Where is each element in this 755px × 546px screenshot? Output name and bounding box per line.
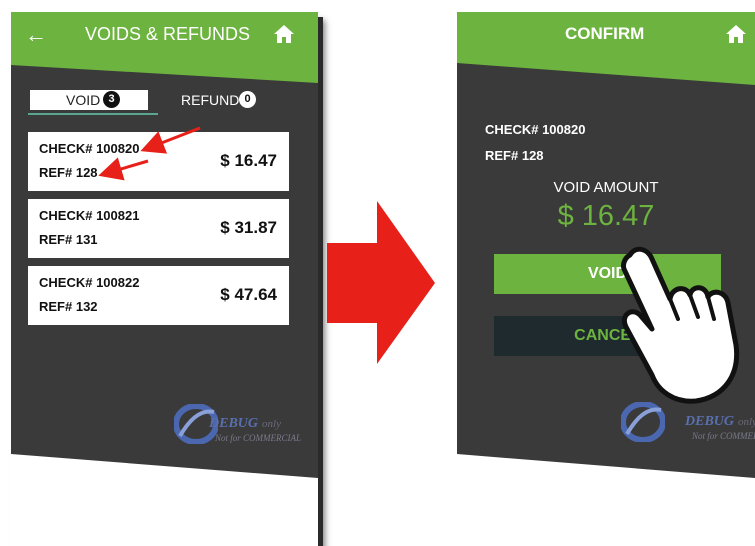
ref-number: REF# 128 — [39, 165, 98, 180]
footer-decoration — [457, 454, 755, 546]
app-header: CONFIRM — [457, 12, 755, 56]
ref-number: REF# 131 — [39, 232, 98, 247]
check-amount: $ 16.47 — [220, 151, 277, 170]
footer-decoration — [11, 454, 318, 546]
tab-refund-label: REFUND — [181, 92, 240, 108]
tab-refund[interactable]: REFUND 0 — [179, 90, 299, 112]
red-right-arrow-icon — [327, 201, 435, 364]
home-icon[interactable] — [725, 24, 747, 44]
void-amount: $ 16.47 — [557, 200, 655, 232]
void-amount-label: VOID AMOUNT — [553, 179, 659, 196]
page-title: CONFIRM — [565, 24, 645, 43]
app-header: ← VOIDS & REFUNDS — [11, 12, 318, 56]
check-number: CHECK# 100820 — [485, 122, 586, 137]
void-count-badge: 3 — [103, 91, 120, 108]
check-number: CHECK# 100820 — [39, 141, 140, 156]
voids-refunds-screen: ← VOIDS & REFUNDS VOID 3 REFUND 0 CHECK#… — [11, 12, 318, 546]
check-amount: $ 31.87 — [220, 218, 277, 237]
header-decoration — [11, 55, 318, 83]
ref-number: REF# 128 — [485, 148, 544, 163]
tab-void-label: VOID — [66, 92, 101, 108]
check-card[interactable]: CHECK# 100821 REF# 131 $ 31.87 — [28, 199, 289, 258]
refund-count-badge: 0 — [239, 91, 256, 108]
check-amount: $ 47.64 — [220, 285, 277, 304]
back-arrow-icon[interactable]: ← — [25, 22, 47, 48]
active-tab-underline — [28, 113, 158, 115]
home-icon[interactable] — [273, 24, 295, 44]
ref-number: REF# 132 — [39, 299, 98, 314]
pointing-hand-icon — [621, 246, 740, 404]
check-card[interactable]: CHECK# 100822 REF# 132 $ 47.64 — [28, 266, 289, 325]
tab-void[interactable]: VOID 3 — [30, 90, 148, 110]
page-title: VOIDS & REFUNDS — [85, 24, 251, 44]
header-decoration — [457, 55, 755, 85]
check-number: CHECK# 100821 — [39, 208, 140, 223]
check-number: CHECK# 100822 — [39, 275, 140, 290]
check-card[interactable]: CHECK# 100820 REF# 128 $ 16.47 — [28, 132, 289, 191]
